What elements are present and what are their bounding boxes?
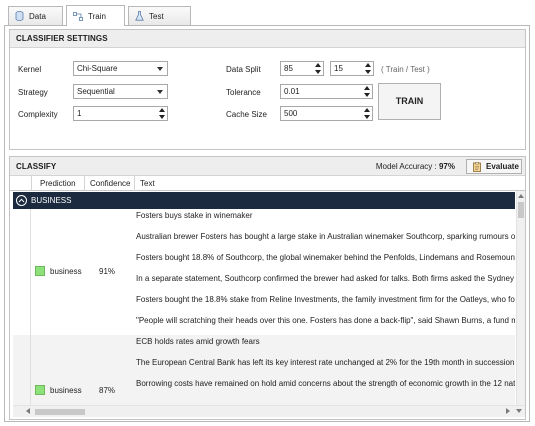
- scroll-right-icon[interactable]: [506, 408, 510, 414]
- spin-arrows-icon[interactable]: [314, 63, 322, 74]
- kernel-select[interactable]: Chi-Square: [73, 61, 168, 76]
- tab-test[interactable]: Test: [128, 6, 191, 25]
- spin-arrows-icon[interactable]: [364, 63, 372, 74]
- tolerance-value: 0.01: [284, 87, 300, 96]
- row-indicator-cell: [13, 209, 31, 335]
- scroll-left-icon[interactable]: [26, 408, 30, 414]
- cache-size-stepper[interactable]: 500: [280, 106, 373, 121]
- model-accuracy-value: 97%: [438, 162, 455, 171]
- row-header-cell: [10, 176, 32, 191]
- spin-arrows-icon[interactable]: [363, 86, 371, 97]
- clipboard-icon: [473, 161, 481, 172]
- test-split-stepper[interactable]: 15: [330, 61, 374, 76]
- evaluate-button-label: Evaluate: [486, 162, 519, 171]
- tab-test-label: Test: [149, 11, 164, 21]
- column-header-prediction[interactable]: Prediction: [32, 176, 85, 191]
- results-grid-header: Prediction Confidence Text: [10, 176, 525, 191]
- model-accuracy-label: Model Accuracy :: [375, 162, 437, 171]
- text-line: The European Central Bank has left its k…: [136, 358, 515, 367]
- flow-icon: [73, 11, 83, 21]
- flask-icon: [135, 11, 144, 21]
- complexity-value: 1: [77, 109, 82, 118]
- chevron-up-icon[interactable]: [16, 195, 27, 206]
- tab-data-label: Data: [29, 11, 46, 21]
- cache-size-value: 500: [284, 109, 298, 118]
- text-line: Fosters buys stake in winemaker: [136, 211, 253, 220]
- tab-train-label: Train: [88, 11, 106, 21]
- vertical-scrollbar[interactable]: [516, 191, 525, 405]
- prediction-label: business: [50, 385, 82, 395]
- complexity-stepper[interactable]: 1: [73, 106, 168, 121]
- model-accuracy: Model Accuracy : 97%: [376, 157, 455, 176]
- text-line: Borrowing costs have remained on hold am…: [136, 379, 515, 388]
- tab-data[interactable]: Data: [8, 6, 63, 25]
- chevron-down-icon: [157, 90, 163, 94]
- strategy-label: Strategy: [18, 88, 48, 97]
- split-hint: ( Train / Test ): [381, 65, 430, 74]
- chevron-down-icon: [157, 67, 163, 71]
- horizontal-scrollbar[interactable]: [13, 405, 525, 417]
- horizontal-scroll-thumb[interactable]: [35, 409, 85, 415]
- kernel-select-value: Chi-Square: [77, 64, 118, 73]
- confidence-cell: 91%: [99, 267, 116, 276]
- text-line: ECB holds rates amid growth fears: [136, 337, 260, 346]
- table-row[interactable]: business 87% ECB holds rates amid growth…: [13, 335, 515, 405]
- prediction-color-swatch: [35, 266, 45, 276]
- train-split-value: 85: [284, 64, 293, 73]
- strategy-select-value: Sequential: [77, 87, 115, 96]
- text-line: Fosters bought the 18.8% stake from Reli…: [136, 295, 515, 304]
- tab-train[interactable]: Train: [66, 5, 125, 26]
- strategy-select[interactable]: Sequential: [73, 84, 168, 99]
- train-split-stepper[interactable]: 85: [280, 61, 324, 76]
- scroll-up-icon[interactable]: [518, 194, 524, 198]
- classifier-settings-panel: CLASSIFIER SETTINGS Kernel Chi-Square St…: [9, 29, 526, 150]
- group-row-business[interactable]: BUSINESS: [13, 192, 515, 209]
- database-icon: [15, 11, 24, 21]
- train-button[interactable]: TRAIN: [378, 83, 441, 120]
- column-header-confidence[interactable]: Confidence: [85, 176, 135, 191]
- text-line: In a separate statement, Southcorp confi…: [136, 274, 515, 283]
- prediction-cell: business: [35, 385, 82, 395]
- spin-arrows-icon[interactable]: [158, 108, 166, 119]
- text-line: Australian brewer Fosters has bought a l…: [136, 232, 515, 241]
- column-header-text[interactable]: Text: [135, 176, 525, 191]
- tolerance-stepper[interactable]: 0.01: [280, 84, 373, 99]
- kernel-label: Kernel: [18, 65, 42, 74]
- evaluate-button[interactable]: Evaluate: [466, 159, 522, 174]
- classify-panel: CLASSIFY Model Accuracy : 97% Evaluate P…: [9, 156, 526, 420]
- row-indicator-cell: [13, 335, 31, 405]
- text-line: "People will scratching their heads over…: [136, 316, 515, 325]
- confidence-cell: 87%: [99, 386, 116, 395]
- train-tab-content: CLASSIFIER SETTINGS Kernel Chi-Square St…: [4, 25, 530, 422]
- group-row-label: BUSINESS: [31, 196, 72, 205]
- vertical-scroll-thumb[interactable]: [518, 202, 524, 218]
- data-split-label: Data Split: [226, 65, 261, 74]
- results-rows: business 91% Fosters buys stake in winem…: [13, 209, 515, 405]
- test-split-value: 15: [334, 64, 343, 73]
- prediction-label: business: [50, 266, 82, 276]
- tab-strip: Data Train Test: [8, 5, 194, 26]
- classifier-settings-title: CLASSIFIER SETTINGS: [10, 30, 525, 48]
- complexity-label: Complexity: [18, 110, 58, 119]
- prediction-color-swatch: [35, 385, 45, 395]
- scroll-down-icon[interactable]: [516, 409, 522, 413]
- spin-arrows-icon[interactable]: [363, 108, 371, 119]
- table-row[interactable]: business 91% Fosters buys stake in winem…: [13, 209, 515, 335]
- prediction-cell: business: [35, 266, 82, 276]
- cache-size-label: Cache Size: [226, 110, 267, 119]
- tolerance-label: Tolerance: [226, 88, 261, 97]
- text-line: Fosters bought 18.8% of Southcorp, the g…: [136, 253, 515, 262]
